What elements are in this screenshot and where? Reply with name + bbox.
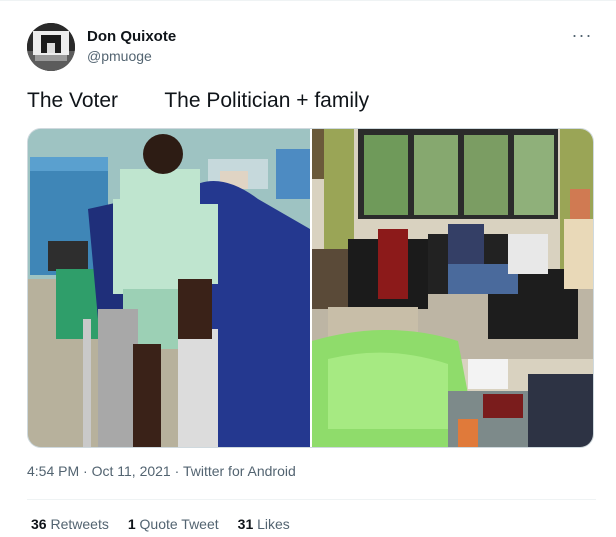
meta-separator: · xyxy=(174,463,180,479)
tweet-stats: 36 Retweets 1 Quote Tweet 31 Likes xyxy=(31,516,290,532)
quotes-stat[interactable]: 1 Quote Tweet xyxy=(128,516,219,532)
avatar[interactable] xyxy=(27,23,75,71)
tweet-meta: 4:54 PM · Oct 11, 2021 · Twitter for And… xyxy=(27,463,296,479)
quotes-count: 1 xyxy=(127,516,136,532)
avatar-image xyxy=(27,23,75,71)
quotes-label: Quote Tweet xyxy=(139,516,219,532)
tweet-media[interactable] xyxy=(27,128,594,448)
likes-count: 31 xyxy=(237,516,254,532)
retweets-stat[interactable]: 36 Retweets xyxy=(31,516,109,532)
tweet-date[interactable]: Oct 11, 2021 xyxy=(92,463,171,479)
divider xyxy=(27,499,596,500)
photo-living-room xyxy=(312,129,593,447)
tweet-header: Don Quixote @pmuoge ··· xyxy=(27,23,596,73)
author-handle[interactable]: @pmuoge xyxy=(87,48,152,64)
likes-stat[interactable]: 31 Likes xyxy=(238,516,290,532)
more-options-icon[interactable]: ··· xyxy=(568,25,596,45)
photo-hospital xyxy=(28,129,310,447)
tweet-text: The Voter The Politician + family xyxy=(27,89,370,112)
likes-label: Likes xyxy=(257,516,290,532)
retweets-count: 36 xyxy=(31,516,47,532)
meta-separator: · xyxy=(83,463,88,479)
media-collage xyxy=(28,129,593,447)
tweet: Don Quixote @pmuoge ··· The Voter The Po… xyxy=(0,0,616,537)
tweet-source[interactable]: Twitter for Android xyxy=(183,463,296,479)
retweets-label: Retweets xyxy=(50,516,109,532)
tweet-time[interactable]: 4:54 PM xyxy=(27,463,79,479)
author-name[interactable]: Don Quixote xyxy=(87,28,176,45)
